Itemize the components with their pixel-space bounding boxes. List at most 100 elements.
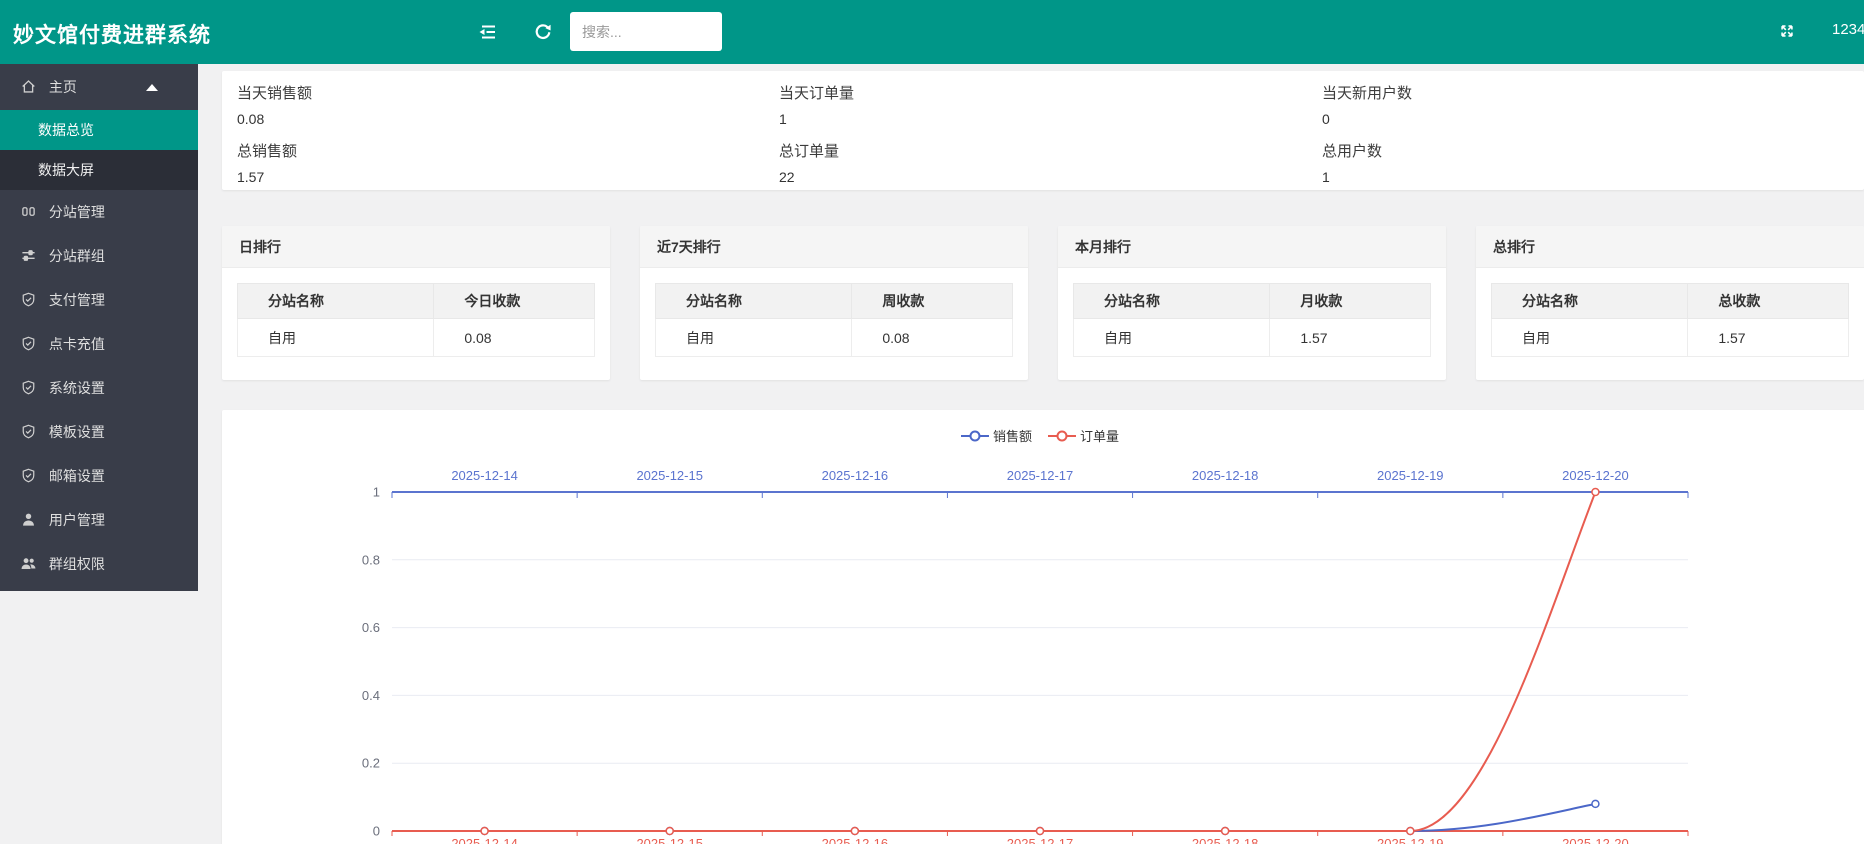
column-header: 分站名称 [656, 284, 852, 319]
stat-value: 0 [1322, 109, 1864, 129]
columns-icon [21, 204, 36, 219]
stat-label: 当天销售额 [237, 84, 779, 104]
cell-site-name: 自用 [238, 319, 434, 357]
stat-label: 总用户数 [1322, 142, 1864, 162]
subitem-label: 数据大屏 [38, 162, 94, 178]
sidebar-item-card-recharge[interactable]: 点卡充值 [0, 322, 198, 366]
svg-text:0.8: 0.8 [362, 552, 380, 567]
sidebar-item-substation-groups[interactable]: 分站群组 [0, 234, 198, 278]
ranking-card-title: 本月排行 [1058, 226, 1446, 268]
fullscreen-icon[interactable] [1778, 23, 1796, 39]
stat-value: 22 [779, 167, 1322, 187]
column-header: 分站名称 [238, 284, 434, 319]
collapse-menu-icon[interactable] [478, 24, 496, 40]
sidebar: 主页 数据总览 数据大屏 分站管理 分站群组 支付管理 点卡充值 [0, 64, 198, 591]
ranking-card-week: 近7天排行 分站名称 周收款 自用 0.08 [640, 226, 1028, 380]
cell-site-name: 自用 [656, 319, 852, 357]
sidebar-item-system-settings[interactable]: 系统设置 [0, 366, 198, 410]
svg-text:2025-12-17: 2025-12-17 [1007, 836, 1074, 844]
sidebar-item-label: 群组权限 [49, 556, 105, 572]
home-icon [21, 79, 36, 94]
sidebar-item-home[interactable]: 主页 [0, 64, 198, 110]
sidebar-subitem-data-screen[interactable]: 数据大屏 [0, 150, 198, 190]
svg-text:2025-12-16: 2025-12-16 [822, 836, 889, 844]
shield-check-icon [21, 380, 36, 395]
search-input[interactable] [570, 12, 722, 51]
sidebar-item-label: 分站管理 [49, 204, 105, 220]
stat-label: 当天新用户数 [1322, 84, 1864, 104]
ranking-card-title: 日排行 [222, 226, 610, 268]
sidebar-item-group-permissions[interactable]: 群组权限 [0, 542, 198, 586]
shield-check-icon [21, 468, 36, 483]
table-row[interactable]: 自用 0.08 [656, 319, 1013, 357]
svg-text:2025-12-18: 2025-12-18 [1192, 468, 1259, 483]
user-icon [21, 512, 36, 527]
cell-amount: 0.08 [852, 319, 1013, 357]
sidebar-item-label: 系统设置 [49, 380, 105, 396]
sidebar-item-label: 邮箱设置 [49, 468, 105, 484]
sidebar-item-label: 模板设置 [49, 424, 105, 440]
table-row[interactable]: 自用 0.08 [238, 319, 595, 357]
ranking-table: 分站名称 今日收款 自用 0.08 [237, 283, 595, 357]
column-header: 分站名称 [1074, 284, 1270, 319]
sidebar-item-template-settings[interactable]: 模板设置 [0, 410, 198, 454]
sidebar-item-substation-manage[interactable]: 分站管理 [0, 190, 198, 234]
stat-value: 1 [1322, 167, 1864, 187]
column-header: 分站名称 [1492, 284, 1688, 319]
svg-text:2025-12-18: 2025-12-18 [1192, 836, 1259, 844]
ranking-table: 分站名称 周收款 自用 0.08 [655, 283, 1013, 357]
cell-amount: 1.57 [1688, 319, 1849, 357]
stat-cell: 总用户数 1 [1322, 142, 1864, 190]
stat-value: 1 [779, 109, 1322, 129]
svg-text:0.2: 0.2 [362, 756, 380, 771]
table-row[interactable]: 自用 1.57 [1492, 319, 1849, 357]
ranking-card-title: 总排行 [1476, 226, 1864, 268]
stat-label: 总销售额 [237, 142, 779, 162]
svg-text:2025-12-19: 2025-12-19 [1377, 468, 1444, 483]
cell-site-name: 自用 [1074, 319, 1270, 357]
ranking-table: 分站名称 月收款 自用 1.57 [1073, 283, 1431, 357]
sales-orders-line-chart[interactable]: 00.20.40.60.812025-12-142025-12-142025-1… [222, 410, 1864, 844]
svg-text:0.4: 0.4 [362, 688, 380, 703]
ranking-table: 分站名称 总收款 自用 1.57 [1491, 283, 1849, 357]
ranking-card-daily: 日排行 分站名称 今日收款 自用 0.08 [222, 226, 610, 380]
shield-check-icon [21, 336, 36, 351]
column-header: 周收款 [852, 284, 1013, 319]
stat-cell: 当天订单量 1 [779, 84, 1322, 129]
svg-text:2025-12-15: 2025-12-15 [636, 836, 703, 844]
table-row[interactable]: 自用 1.57 [1074, 319, 1431, 357]
stat-label: 当天订单量 [779, 84, 1322, 104]
svg-text:2025-12-17: 2025-12-17 [1007, 468, 1074, 483]
shield-check-icon [21, 424, 36, 439]
cell-amount: 0.08 [434, 319, 595, 357]
shield-check-icon [21, 292, 36, 307]
stat-value: 0.08 [237, 109, 779, 129]
chevron-up-icon [146, 84, 158, 91]
users-icon [21, 556, 36, 571]
sliders-icon [21, 248, 36, 263]
ranking-card-title: 近7天排行 [640, 226, 1028, 268]
svg-text:2025-12-15: 2025-12-15 [636, 468, 703, 483]
username-label[interactable]: 12345 [1832, 21, 1864, 38]
stat-cell: 总订单量 22 [779, 142, 1322, 190]
refresh-icon[interactable] [534, 22, 552, 41]
sidebar-item-mail-settings[interactable]: 邮箱设置 [0, 454, 198, 498]
stat-cell: 当天销售额 0.08 [237, 84, 779, 129]
stat-cell: 总销售额 1.57 [237, 142, 779, 190]
cell-site-name: 自用 [1492, 319, 1688, 357]
svg-text:0: 0 [373, 824, 380, 839]
sidebar-item-label: 分站群组 [49, 248, 105, 264]
svg-text:2025-12-14: 2025-12-14 [451, 836, 517, 844]
sidebar-item-label: 用户管理 [49, 512, 105, 528]
sidebar-item-payment[interactable]: 支付管理 [0, 278, 198, 322]
sidebar-subitem-data-overview[interactable]: 数据总览 [0, 110, 198, 150]
sales-orders-chart-card: 销售额订单量 00.20.40.60.812025-12-142025-12-1… [222, 410, 1864, 844]
ranking-card-month: 本月排行 分站名称 月收款 自用 1.57 [1058, 226, 1446, 380]
sidebar-item-label: 点卡充值 [49, 336, 105, 352]
sidebar-item-label: 主页 [49, 79, 77, 95]
column-header: 月收款 [1270, 284, 1431, 319]
cell-amount: 1.57 [1270, 319, 1431, 357]
column-header: 总收款 [1688, 284, 1849, 319]
svg-text:2025-12-20: 2025-12-20 [1562, 836, 1629, 844]
sidebar-item-user-manage[interactable]: 用户管理 [0, 498, 198, 542]
